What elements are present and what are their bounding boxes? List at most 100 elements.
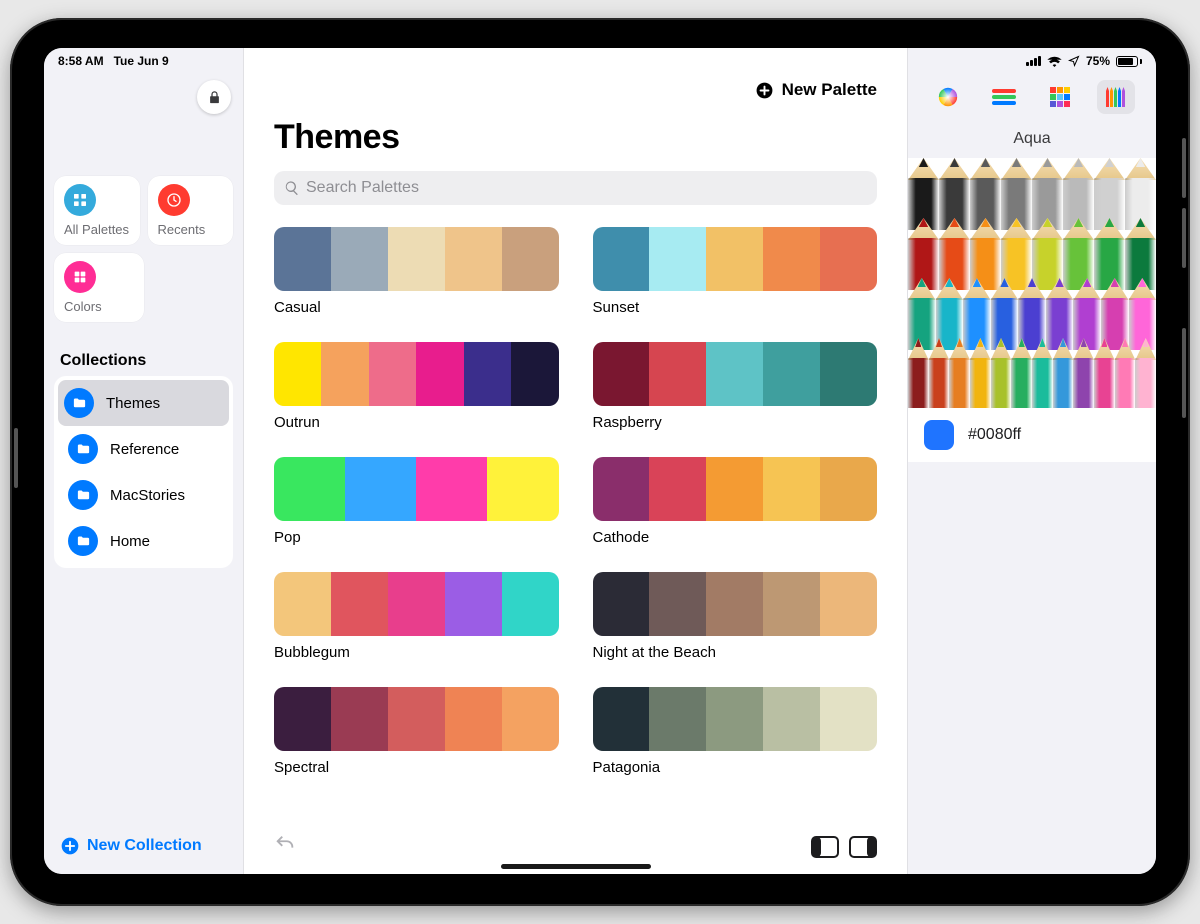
pencil[interactable]: [1073, 338, 1094, 408]
status-bar: 8:58 AM Tue Jun 9 75%: [44, 48, 1156, 70]
sidebar-item-reference[interactable]: Reference: [58, 426, 229, 472]
palette-name: Bubblegum: [274, 644, 559, 661]
pencil[interactable]: [970, 338, 991, 408]
swatch-row: [274, 342, 559, 406]
folder-icon: [68, 526, 98, 556]
sidebar-tile-label: Recents: [158, 222, 224, 237]
pencil[interactable]: [949, 338, 970, 408]
home-indicator[interactable]: [501, 864, 651, 869]
palette-sunset[interactable]: Sunset: [593, 227, 878, 316]
sidebar-item-home[interactable]: Home: [58, 518, 229, 564]
new-collection-label: New Collection: [87, 837, 202, 855]
new-palette-label: New Palette: [782, 80, 877, 100]
battery-pct: 75%: [1086, 54, 1110, 68]
sidebar-tile-all-palettes[interactable]: All Palettes: [54, 176, 140, 245]
pencil[interactable]: [1135, 338, 1156, 408]
clock-icon: [158, 184, 190, 216]
swatch-row: [593, 572, 878, 636]
sidebar-item-macstories[interactable]: MacStories: [58, 472, 229, 518]
pencil[interactable]: [1094, 338, 1115, 408]
palette-outrun[interactable]: Outrun: [274, 342, 559, 431]
palette-spectral[interactable]: Spectral: [274, 687, 559, 776]
palette-patagonia[interactable]: Patagonia: [593, 687, 878, 776]
grid-icon: [64, 184, 96, 216]
search-icon: [284, 180, 300, 196]
palette-name: Pop: [274, 529, 559, 546]
cellular-icon: [1026, 56, 1041, 66]
new-collection-button[interactable]: New Collection: [60, 836, 202, 856]
swatch-row: [274, 687, 559, 751]
palette-name: Night at the Beach: [593, 644, 878, 661]
pencil[interactable]: [1011, 338, 1032, 408]
picker-mode-sliders-button[interactable]: [985, 80, 1023, 114]
layout-sidebar-right-button[interactable]: [849, 836, 877, 858]
swatch-row: [593, 457, 878, 521]
collections-list: Themes ReferenceMacStories Home: [54, 376, 233, 568]
pencils-icon: [1105, 87, 1127, 107]
pencil[interactable]: [929, 338, 950, 408]
picker-mode-grid-button[interactable]: [1041, 80, 1079, 114]
palette-pop[interactable]: Pop: [274, 457, 559, 546]
search-input[interactable]: [306, 179, 867, 197]
palette-name: Spectral: [274, 759, 559, 776]
location-icon: [1068, 55, 1080, 67]
inspector-panel: Aqua #0080ff: [907, 48, 1156, 874]
palette-raspberry[interactable]: Raspberry: [593, 342, 878, 431]
lock-button[interactable]: [197, 80, 231, 114]
swatch-row: [593, 227, 878, 291]
sidebar-tile-label: All Palettes: [64, 222, 130, 237]
pencil[interactable]: [1053, 338, 1074, 408]
palette-name: Outrun: [274, 414, 559, 431]
palette-name: Raspberry: [593, 414, 878, 431]
folder-icon: [64, 388, 94, 418]
swatch-icon: [64, 261, 96, 293]
pencil[interactable]: [991, 338, 1012, 408]
pencil-picker[interactable]: [908, 158, 1156, 408]
palette-name: Casual: [274, 299, 559, 316]
undo-icon: [274, 833, 296, 855]
palette-name: Cathode: [593, 529, 878, 546]
sidebar-item-label: Home: [110, 533, 150, 550]
swatch-row: [274, 227, 559, 291]
palette-grid: Casual Sunset Outrun Raspberry Pop Cathode Bub…: [274, 227, 877, 776]
color-grid-icon: [1050, 87, 1070, 107]
plus-circle-icon: [60, 836, 80, 856]
sidebar-item-themes[interactable]: Themes: [58, 380, 229, 426]
swatch-row: [593, 342, 878, 406]
main-panel: New Palette Themes Casual Sunset Outrun Ras…: [244, 48, 907, 874]
color-wheel-icon: [937, 86, 959, 108]
lock-icon: [207, 90, 222, 105]
pencil[interactable]: [1032, 338, 1053, 408]
selected-color-hex: #0080ff: [968, 426, 1021, 444]
folder-icon: [68, 434, 98, 464]
layout-sidebar-right-icon: [849, 836, 877, 858]
palette-bubblegum[interactable]: Bubblegum: [274, 572, 559, 661]
sidebar-tile-recents[interactable]: Recents: [148, 176, 234, 245]
sliders-icon: [992, 88, 1016, 106]
selected-color-chip: [924, 420, 954, 450]
page-title: Themes: [274, 118, 877, 157]
pencil-row: [908, 338, 1156, 408]
layout-sidebar-left-button[interactable]: [811, 836, 839, 858]
palette-cathode[interactable]: Cathode: [593, 457, 878, 546]
layout-sidebar-left-icon: [811, 836, 839, 858]
inspector-title: Aqua: [920, 130, 1144, 148]
pencil[interactable]: [1115, 338, 1136, 408]
palette-casual[interactable]: Casual: [274, 227, 559, 316]
search-field[interactable]: [274, 171, 877, 205]
picker-mode-pencils-button[interactable]: [1097, 80, 1135, 114]
picker-mode-wheel-button[interactable]: [929, 80, 967, 114]
palette-name: Patagonia: [593, 759, 878, 776]
selected-color-row[interactable]: #0080ff: [908, 408, 1156, 462]
sidebar-tile-colors[interactable]: Colors: [54, 253, 144, 322]
picker-mode-row: [920, 80, 1144, 114]
pencil[interactable]: [908, 338, 929, 408]
palette-night-at-the-beach[interactable]: Night at the Beach: [593, 572, 878, 661]
main-toolbar: [274, 833, 877, 860]
undo-button[interactable]: [274, 833, 296, 860]
swatch-row: [593, 687, 878, 751]
sidebar: All PalettesRecentsColors Collections Th…: [44, 48, 244, 874]
folder-icon: [68, 480, 98, 510]
sidebar-item-label: Themes: [106, 395, 160, 412]
new-palette-button[interactable]: New Palette: [755, 80, 877, 100]
